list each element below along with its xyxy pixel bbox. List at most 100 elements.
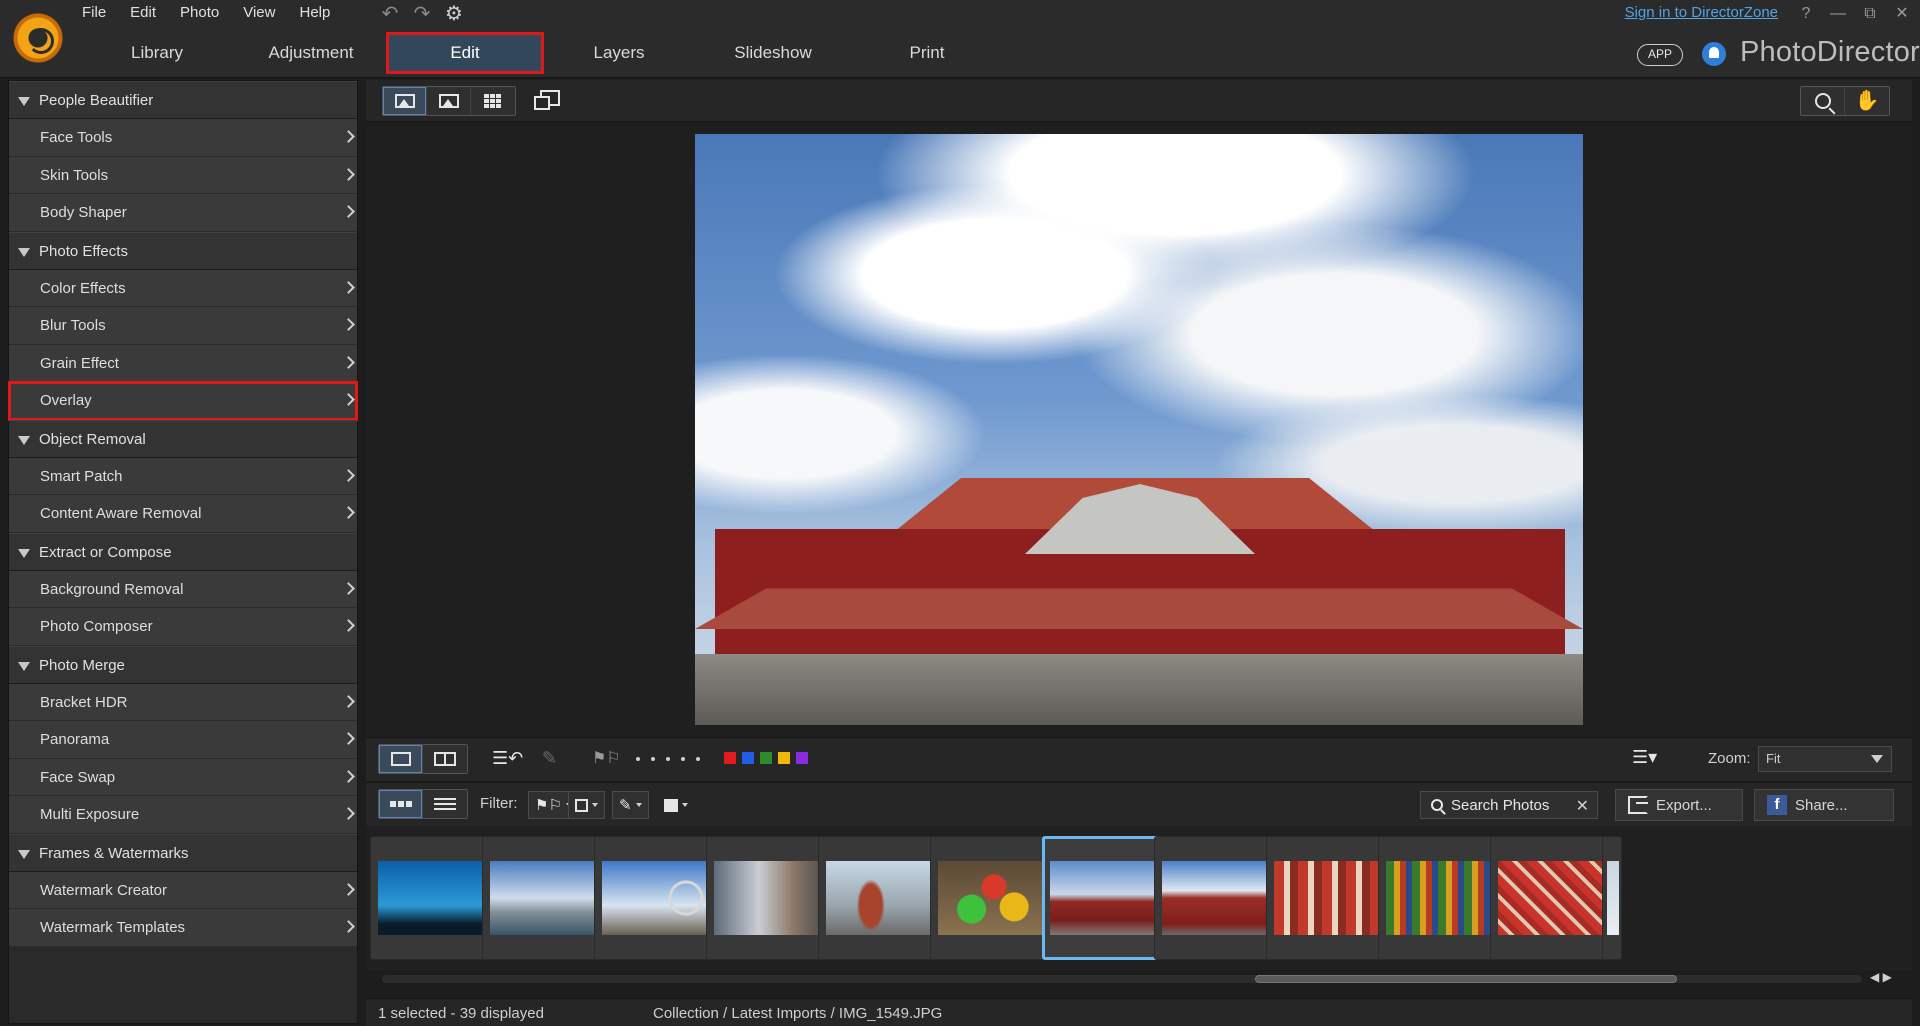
sort-menu-icon[interactable]: ☰▾ bbox=[1632, 747, 1657, 768]
zoom-tool-button[interactable] bbox=[1801, 87, 1845, 115]
color-label-yellow[interactable] bbox=[778, 752, 790, 764]
full-image-button[interactable] bbox=[427, 87, 471, 115]
tool-face-tools[interactable]: Face Tools bbox=[9, 119, 357, 157]
tab-adjustment[interactable]: Adjustment bbox=[234, 34, 388, 72]
tool-background-removal[interactable]: Background Removal bbox=[9, 570, 357, 608]
edit-filter-dropdown[interactable]: ✎ bbox=[612, 791, 649, 819]
menu-help[interactable]: Help bbox=[287, 0, 342, 26]
thumbnail-market-stall[interactable] bbox=[1378, 836, 1506, 960]
help-icon[interactable]: ? bbox=[1796, 2, 1816, 26]
tool-bracket-hdr[interactable]: Bracket HDR bbox=[9, 683, 357, 721]
tool-panorama[interactable]: Panorama bbox=[9, 721, 357, 759]
restore-icon[interactable]: ⧉ bbox=[1860, 2, 1880, 26]
thumbnail-ferris-wheel[interactable] bbox=[594, 836, 722, 960]
tool-multi-exposure[interactable]: Multi Exposure bbox=[9, 796, 357, 834]
thumbnail-image bbox=[1162, 861, 1274, 935]
file-path: Collection / Latest Imports / IMG_1549.J… bbox=[653, 1005, 943, 1022]
thumbnail-souvenir-shop[interactable] bbox=[1266, 836, 1394, 960]
search-field[interactable]: ✕ bbox=[1420, 791, 1598, 819]
thumbnail-shisa-statue[interactable] bbox=[818, 836, 946, 960]
color-label-blue[interactable] bbox=[742, 752, 754, 764]
browser-toolbar: ☰↶ ✎ ⚑⚐ ☰▾ Zoom: Fit bbox=[366, 737, 1912, 781]
scroll-right-icon[interactable]: ▶ bbox=[1883, 970, 1892, 984]
viewer-mode-button[interactable] bbox=[383, 87, 427, 115]
redo-icon[interactable]: ↷ bbox=[410, 2, 434, 26]
export-button[interactable]: Export... bbox=[1615, 789, 1743, 821]
tool-smart-patch[interactable]: Smart Patch bbox=[9, 457, 357, 495]
undo-icon[interactable]: ↶ bbox=[378, 2, 402, 26]
section-object-removal[interactable]: Object Removal bbox=[9, 419, 357, 458]
pan-tool-button[interactable]: ✋ bbox=[1845, 87, 1889, 115]
flag-icon[interactable]: ⚑⚐ bbox=[592, 748, 621, 768]
color-label-green[interactable] bbox=[760, 752, 772, 764]
rating-dot[interactable] bbox=[696, 757, 700, 761]
rating-dot[interactable] bbox=[636, 757, 640, 761]
tool-watermark-templates[interactable]: Watermark Templates bbox=[9, 909, 357, 947]
tool-grain-effect[interactable]: Grain Effect bbox=[9, 344, 357, 382]
clear-search-icon[interactable]: ✕ bbox=[1576, 796, 1589, 816]
tab-print[interactable]: Print bbox=[850, 34, 1004, 72]
stack-filter-dropdown[interactable] bbox=[658, 791, 694, 819]
compare-button[interactable] bbox=[534, 90, 560, 110]
single-view-button[interactable] bbox=[379, 745, 423, 773]
thumbnail-market-goods[interactable] bbox=[1490, 836, 1618, 960]
section-frames-watermarks[interactable]: Frames & Watermarks bbox=[9, 833, 357, 872]
section-photo-effects[interactable]: Photo Effects bbox=[9, 231, 357, 270]
tab-library[interactable]: Library bbox=[80, 34, 234, 72]
tool-content-aware-removal[interactable]: Content Aware Removal bbox=[9, 495, 357, 533]
menu-file[interactable]: File bbox=[70, 0, 118, 26]
tool-color-effects[interactable]: Color Effects bbox=[9, 269, 357, 307]
share-button[interactable]: f Share... bbox=[1754, 789, 1894, 821]
grid-view-button[interactable] bbox=[471, 87, 515, 115]
app-badge-button[interactable]: APP bbox=[1637, 44, 1683, 66]
rating-dot[interactable] bbox=[666, 757, 670, 761]
menu-photo[interactable]: Photo bbox=[168, 0, 231, 26]
menu-edit[interactable]: Edit bbox=[118, 0, 168, 26]
color-label-purple[interactable] bbox=[796, 752, 808, 764]
search-input[interactable] bbox=[1451, 796, 1561, 814]
tab-edit[interactable]: Edit bbox=[386, 32, 544, 74]
zoom-dropdown[interactable]: Fit bbox=[1758, 746, 1892, 772]
thumbnail-aquarium[interactable] bbox=[370, 836, 498, 960]
filmstrip-view-button[interactable] bbox=[379, 790, 423, 818]
compare-icon bbox=[534, 90, 560, 110]
menu-view[interactable]: View bbox=[231, 0, 287, 26]
thumbnail-shuri-castle-2[interactable] bbox=[1154, 836, 1282, 960]
zoom-label: Zoom: bbox=[1708, 750, 1751, 767]
minimize-icon[interactable]: — bbox=[1828, 2, 1848, 26]
settings-gear-icon[interactable]: ⚙ bbox=[442, 2, 466, 26]
tool-photo-composer[interactable]: Photo Composer bbox=[9, 608, 357, 646]
scroll-left-icon[interactable]: ◀ bbox=[1870, 970, 1879, 984]
thumbnail-harbor[interactable] bbox=[482, 836, 610, 960]
sign-in-link[interactable]: Sign in to DirectorZone bbox=[1625, 4, 1778, 21]
edit-pen-icon[interactable]: ✎ bbox=[542, 748, 557, 769]
compare-view-button[interactable] bbox=[423, 745, 467, 773]
section-extract-or-compose[interactable]: Extract or Compose bbox=[9, 532, 357, 571]
thumbnail-partial[interactable] bbox=[1602, 836, 1622, 960]
section-photo-merge[interactable]: Photo Merge bbox=[9, 645, 357, 684]
filmstrip-scrollbar-thumb[interactable] bbox=[1255, 975, 1677, 983]
section-people-beautifier[interactable]: People Beautifier bbox=[9, 81, 357, 119]
tool-body-shaper[interactable]: Body Shaper bbox=[9, 194, 357, 232]
notification-bell-icon[interactable] bbox=[1702, 42, 1726, 66]
flag-filter-icon: ⚑⚐ bbox=[535, 797, 562, 814]
tab-slideshow[interactable]: Slideshow bbox=[696, 34, 850, 72]
tab-layers[interactable]: Layers bbox=[542, 34, 696, 72]
thumbnail-city-street[interactable] bbox=[706, 836, 834, 960]
thumbnail-colorful-sweets[interactable] bbox=[930, 836, 1058, 960]
thumbnail-shuri-castle-selected[interactable] bbox=[1042, 836, 1170, 960]
color-label-red[interactable] bbox=[724, 752, 736, 764]
tool-overlay[interactable]: Overlay bbox=[8, 381, 358, 421]
rotate-icon[interactable]: ☰↶ bbox=[492, 748, 523, 769]
list-view-button[interactable] bbox=[423, 790, 467, 818]
selection-filter-dropdown[interactable] bbox=[568, 791, 605, 819]
tool-watermark-creator[interactable]: Watermark Creator bbox=[9, 871, 357, 909]
rating-dots[interactable] bbox=[636, 757, 700, 761]
main-photo[interactable] bbox=[695, 134, 1583, 725]
close-icon[interactable]: ✕ bbox=[1892, 2, 1912, 26]
tool-face-swap[interactable]: Face Swap bbox=[9, 758, 357, 796]
rating-dot[interactable] bbox=[681, 757, 685, 761]
tool-blur-tools[interactable]: Blur Tools bbox=[9, 307, 357, 345]
rating-dot[interactable] bbox=[651, 757, 655, 761]
tool-skin-tools[interactable]: Skin Tools bbox=[9, 156, 357, 194]
